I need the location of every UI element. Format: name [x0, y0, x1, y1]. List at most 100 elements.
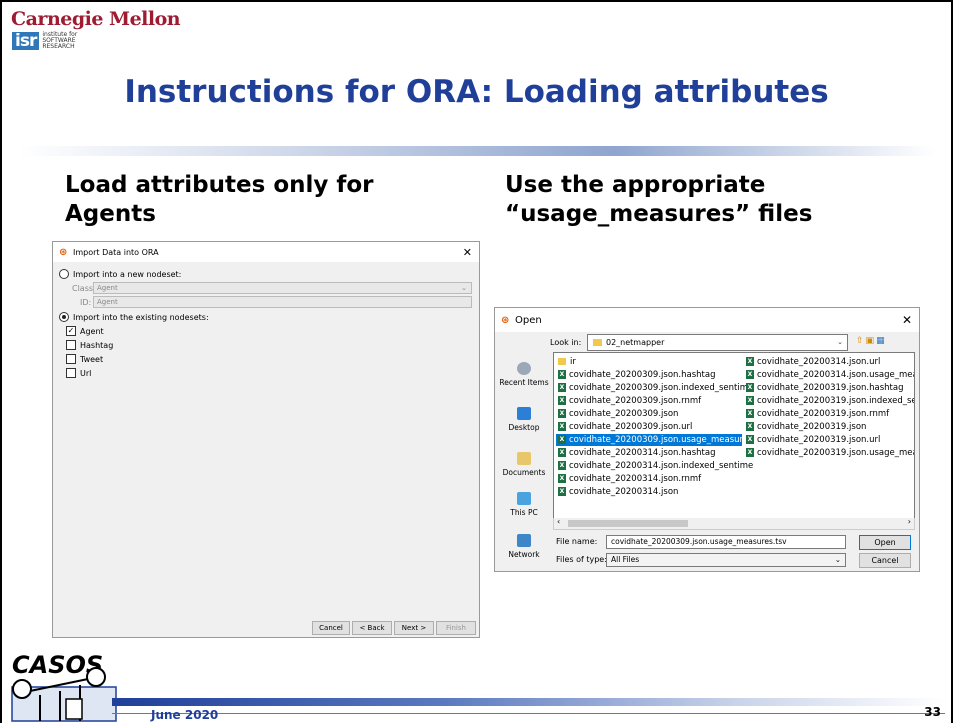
list-item[interactable]: Xcovidhate_20200319.json — [746, 421, 914, 433]
slide-title: Instructions for ORA: Loading attributes — [124, 74, 829, 110]
files-of-type-select[interactable]: All Files ⌄ — [606, 553, 846, 567]
list-item[interactable]: Xcovidhate_20200309.json — [558, 408, 748, 420]
open-button[interactable]: Open — [859, 535, 911, 550]
back-button[interactable]: < Back — [352, 621, 392, 635]
list-item[interactable]: Xcovidhate_20200309.json.url — [558, 421, 748, 433]
existing-nodeset-option[interactable]: Import into the existing nodesets: — [59, 312, 209, 322]
up-folder-icon[interactable]: ⇧ — [856, 336, 866, 346]
close-icon[interactable]: ✕ — [902, 313, 912, 327]
chevron-down-icon: ⌄ — [834, 555, 841, 564]
list-item[interactable]: Xcovidhate_20200319.json.hashtag — [746, 382, 914, 394]
excel-file-icon: X — [558, 422, 566, 431]
excel-file-icon: X — [746, 357, 754, 366]
desktop-icon — [517, 407, 531, 420]
checkbox-hashtag[interactable] — [66, 340, 76, 350]
list-item[interactable]: Xcovidhate_20200309.json.indexed_sentime… — [558, 382, 754, 394]
list-item[interactable]: Xcovidhate_20200309.json.rnmf — [558, 395, 748, 407]
ora-app-icon: ⊛ — [501, 314, 510, 326]
excel-file-icon: X — [558, 448, 566, 457]
list-item[interactable]: Xcovidhate_20200314.json — [558, 486, 748, 498]
list-item[interactable]: Xcovidhate_20200319.json.url — [746, 434, 914, 446]
computer-icon — [517, 492, 531, 505]
list-item[interactable]: Xcovidhate_20200319.json.indexed_sent — [746, 395, 914, 407]
nodeset-agent[interactable]: ✓ Agent — [66, 326, 104, 336]
checkbox-url[interactable] — [66, 368, 76, 378]
import-dialog-titlebar: ⊛ Import Data into ORA ✕ — [53, 242, 479, 262]
file-name-label: File name: — [556, 537, 598, 546]
cancel-button[interactable]: Cancel — [859, 553, 911, 568]
cmu-logo: Carnegie Mellon — [11, 8, 181, 30]
id-field[interactable]: Agent — [93, 296, 472, 308]
footer-date: June 2020 — [151, 708, 219, 722]
documents-icon — [517, 452, 531, 465]
horizontal-scrollbar[interactable]: ‹ › — [553, 517, 915, 530]
finish-button[interactable]: Finish — [436, 621, 476, 635]
list-item[interactable]: Xcovidhate_20200314.json.hashtag — [558, 447, 748, 459]
import-dialog-title: Import Data into ORA — [73, 247, 159, 257]
nodeset-hashtag[interactable]: Hashtag — [66, 340, 113, 350]
list-item[interactable]: Xcovidhate_20200319.json.rnmf — [746, 408, 914, 420]
list-item[interactable]: Xcovidhate_20200309.json.hashtag — [558, 369, 748, 381]
view-menu-icon[interactable]: ▦ — [876, 336, 887, 346]
excel-file-icon: X — [558, 396, 566, 405]
scroll-right-icon[interactable]: › — [908, 517, 911, 526]
network-icon — [517, 534, 531, 547]
file-name-input[interactable]: covidhate_20200309.json.usage_measures.t… — [606, 535, 846, 549]
open-dialog-titlebar: ⊛ Open ✕ — [495, 308, 919, 332]
scrollbar-thumb[interactable] — [568, 520, 688, 527]
list-item[interactable]: Xcovidhate_20200314.json.rnmf — [558, 473, 748, 485]
import-dialog: ⊛ Import Data into ORA ✕ Import into a n… — [52, 241, 480, 638]
place-desktop[interactable]: Desktop — [498, 407, 550, 432]
excel-file-icon: X — [558, 409, 566, 418]
excel-file-icon: X — [558, 474, 566, 483]
left-heading: Load attributes only for Agents — [65, 172, 374, 227]
right-heading: Use the appropriate “usage_measures” file… — [505, 172, 813, 227]
file-list: ir Xcovidhate_20200309.json.hashtag Xcov… — [553, 352, 915, 520]
isr-logo-text: institute for SOFTWARE RESEARCH — [42, 31, 78, 50]
excel-file-icon: X — [746, 396, 754, 405]
open-dialog-title: Open — [515, 314, 542, 326]
isr-logo-mark: isr — [12, 32, 40, 50]
slide: Carnegie Mellon isr institute for SOFTWA… — [0, 0, 953, 723]
excel-file-icon: X — [558, 461, 566, 470]
class-select[interactable]: Agent ⌄ — [93, 282, 472, 294]
close-icon[interactable]: ✕ — [463, 246, 472, 259]
list-item[interactable]: Xcovidhate_20200314.json.indexed_sentime… — [558, 460, 754, 472]
folder-icon — [558, 358, 566, 365]
list-item[interactable]: Xcovidhate_20200319.json.usage_measu — [746, 447, 914, 459]
frame-border-top — [0, 0, 953, 2]
list-item-selected[interactable]: Xcovidhate_20200309.json.usage_measures — [556, 434, 742, 446]
footer-divider — [112, 713, 945, 714]
excel-file-icon: X — [558, 435, 566, 444]
nodeset-tweet[interactable]: Tweet — [66, 354, 103, 364]
look-in-label: Look in: — [550, 338, 582, 347]
title-divider — [18, 146, 935, 156]
place-recent-items[interactable]: Recent Items — [498, 362, 550, 387]
list-item[interactable]: ir — [558, 356, 738, 368]
place-network[interactable]: Network — [498, 534, 550, 559]
new-nodeset-option[interactable]: Import into a new nodeset: — [59, 269, 181, 279]
radio-new-nodeset[interactable] — [59, 269, 69, 279]
place-documents[interactable]: Documents — [498, 452, 550, 477]
casos-logo: CASOS — [11, 651, 117, 722]
cancel-button[interactable]: Cancel — [312, 621, 350, 635]
chevron-down-icon: ⌄ — [837, 338, 843, 346]
excel-file-icon: X — [746, 422, 754, 431]
radio-existing-nodeset[interactable] — [59, 312, 69, 322]
excel-file-icon: X — [746, 435, 754, 444]
ora-app-icon: ⊛ — [59, 246, 68, 258]
folder-icon — [593, 339, 602, 346]
look-in-select[interactable]: 02_netmapper ⌄ — [587, 334, 848, 351]
next-button[interactable]: Next > — [394, 621, 434, 635]
scroll-left-icon[interactable]: ‹ — [557, 517, 560, 526]
excel-file-icon: X — [746, 448, 754, 457]
place-this-pc[interactable]: This PC — [498, 492, 550, 517]
list-item[interactable]: Xcovidhate_20200314.json.url — [746, 356, 914, 368]
nodeset-url[interactable]: Url — [66, 368, 91, 378]
list-item[interactable]: Xcovidhate_20200314.json.usage_measu — [746, 369, 914, 381]
open-dialog: ⊛ Open ✕ Look in: 02_netmapper ⌄ ⇧▣▦ Rec… — [494, 307, 920, 572]
new-folder-icon[interactable]: ▣ — [866, 336, 877, 346]
footer-bar — [112, 698, 945, 706]
checkbox-agent[interactable]: ✓ — [66, 326, 76, 336]
checkbox-tweet[interactable] — [66, 354, 76, 364]
